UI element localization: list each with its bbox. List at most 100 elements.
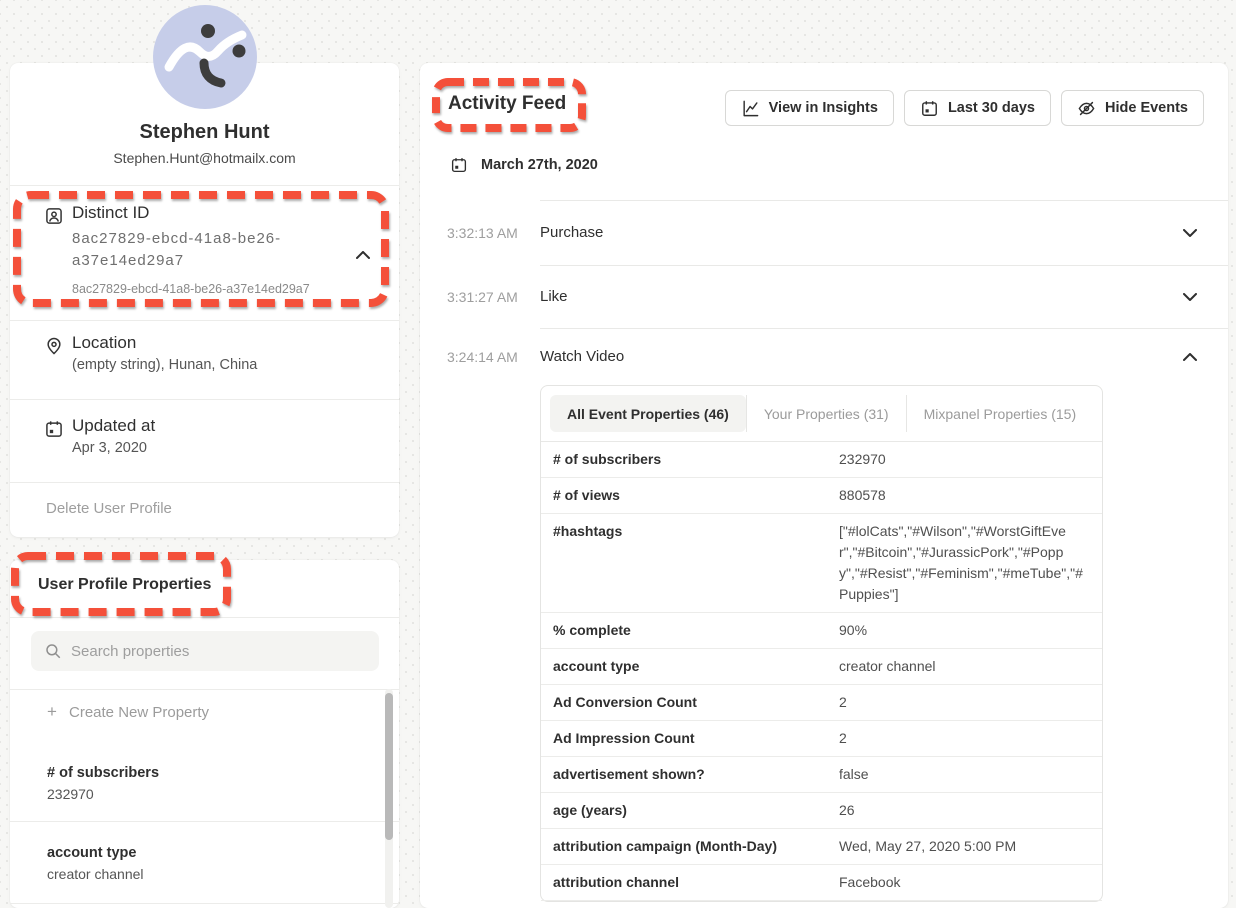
event-property-row: # of subscribers 232970 <box>541 442 1102 478</box>
location-section: Location (empty string), Hunan, China <box>10 333 399 373</box>
badge-icon <box>44 206 64 226</box>
property-list-item[interactable]: # of subscribers 232970 <box>47 765 369 802</box>
property-list-item[interactable]: account type creator channel <box>47 845 369 882</box>
date-label: March 27th, 2020 <box>481 157 598 173</box>
event-property-value: ["#lolCats","#Wilson","#WorstGiftEver","… <box>839 521 1090 605</box>
calendar-icon <box>44 419 64 439</box>
event-property-value: 2 <box>839 728 1090 749</box>
event-property-name: #hashtags <box>553 521 839 605</box>
property-name: # of subscribers <box>47 765 369 781</box>
insights-chart-icon <box>741 99 760 118</box>
search-icon <box>44 642 62 660</box>
hide-events-button[interactable]: Hide Events <box>1061 90 1204 126</box>
event-property-value: Facebook <box>839 872 1090 893</box>
divider <box>10 821 399 822</box>
divider <box>10 320 399 321</box>
date-header: March 27th, 2020 <box>450 156 598 174</box>
event-property-row: attribution campaign (Month-Day) Wed, Ma… <box>541 829 1102 865</box>
last-30-days-button[interactable]: Last 30 days <box>904 90 1051 126</box>
event-property-value: 880578 <box>839 485 1090 506</box>
updated-at-value: Apr 3, 2020 <box>72 440 399 456</box>
activity-feed-title: Activity Feed <box>448 93 566 115</box>
chevron-up-icon[interactable] <box>1183 353 1197 361</box>
calendar-icon <box>450 156 468 174</box>
search-properties-field[interactable] <box>31 631 379 671</box>
event-name: Watch Video <box>540 348 624 365</box>
divider <box>10 399 399 400</box>
user-profile-card: Stephen Hunt Stephen.Hunt@hotmailx.com D… <box>10 63 399 537</box>
location-pin-icon <box>44 336 64 356</box>
event-property-value: false <box>839 764 1090 785</box>
tab-all-event-properties[interactable]: All Event Properties (46) <box>550 395 746 432</box>
feed-toolbar: View in Insights Last 30 days Hide Event… <box>725 90 1204 126</box>
event-property-name: account type <box>553 656 839 677</box>
event-property-name: % complete <box>553 620 839 641</box>
event-property-row: advertisement shown? false <box>541 757 1102 793</box>
event-property-row: attribution channel Facebook <box>541 865 1102 901</box>
user-name: Stephen Hunt <box>10 121 399 144</box>
event-property-row: age (years) 26 <box>541 793 1102 829</box>
user-email: Stephen.Hunt@hotmailx.com <box>10 150 399 166</box>
event-property-row: #hashtags ["#lolCats","#Wilson","#WorstG… <box>541 514 1102 613</box>
event-row-watch-video[interactable]: 3:24:14 AM Watch Video <box>420 328 1228 385</box>
event-time: 3:24:14 AM <box>447 349 518 365</box>
create-new-property-button[interactable]: +Create New Property <box>47 704 209 721</box>
distinct-id-label: Distinct ID <box>72 203 399 223</box>
user-profile-properties-card: User Profile Properties +Create New Prop… <box>10 560 399 908</box>
distinct-id-section: Distinct ID 8ac27829-ebcd-41a8-be26-a37e… <box>10 203 399 296</box>
event-property-value: 26 <box>839 800 1090 821</box>
event-property-value: 232970 <box>839 449 1090 470</box>
location-label: Location <box>72 333 399 353</box>
event-name: Purchase <box>540 224 603 241</box>
event-properties-table: All Event Properties (46) Your Propertie… <box>540 385 1103 902</box>
distinct-id-value-small: 8ac27829-ebcd-41a8-be26-a37e14ed29a7 <box>72 282 399 296</box>
event-time: 3:31:27 AM <box>447 289 518 305</box>
event-property-value: creator channel <box>839 656 1090 677</box>
property-value: creator channel <box>47 866 369 882</box>
event-row-purchase[interactable]: 3:32:13 AM Purchase <box>420 201 1228 265</box>
event-property-row: Ad Impression Count 2 <box>541 721 1102 757</box>
eye-slash-icon <box>1077 99 1096 118</box>
avatar <box>153 5 257 109</box>
event-property-value: Wed, May 27, 2020 5:00 PM <box>839 836 1090 857</box>
event-time: 3:32:13 AM <box>447 225 518 241</box>
chevron-down-icon[interactable] <box>1183 229 1197 237</box>
plus-icon: + <box>47 705 60 718</box>
scrollbar-thumb[interactable] <box>385 693 393 840</box>
calendar-icon <box>920 99 939 118</box>
event-property-name: # of views <box>553 485 839 506</box>
event-property-name: attribution campaign (Month-Day) <box>553 836 839 857</box>
user-profile-properties-title: User Profile Properties <box>38 576 211 594</box>
tab-your-properties[interactable]: Your Properties (31) <box>746 395 906 432</box>
divider <box>10 482 399 483</box>
chevron-down-icon[interactable] <box>1183 293 1197 301</box>
distinct-id-value: 8ac27829-ebcd-41a8-be26-a37e14ed29a7 <box>72 228 340 272</box>
chevron-up-icon[interactable] <box>356 251 370 259</box>
delete-user-profile-link[interactable]: Delete User Profile <box>46 500 172 517</box>
updated-at-label: Updated at <box>72 416 399 436</box>
divider <box>10 903 399 904</box>
event-property-name: attribution channel <box>553 872 839 893</box>
event-property-name: age (years) <box>553 800 839 821</box>
event-property-row: account type creator channel <box>541 649 1102 685</box>
event-property-row: # of views 880578 <box>541 478 1102 514</box>
divider <box>10 689 399 690</box>
event-property-value: 2 <box>839 692 1090 713</box>
property-name: account type <box>47 845 369 861</box>
event-properties-tabs: All Event Properties (46) Your Propertie… <box>541 386 1102 442</box>
tab-mixpanel-properties[interactable]: Mixpanel Properties (15) <box>906 395 1094 432</box>
search-input[interactable] <box>71 631 371 671</box>
event-property-value: 90% <box>839 620 1090 641</box>
event-property-row: Ad Conversion Count 2 <box>541 685 1102 721</box>
event-property-name: advertisement shown? <box>553 764 839 785</box>
view-in-insights-button[interactable]: View in Insights <box>725 90 894 126</box>
updated-at-section: Updated at Apr 3, 2020 <box>10 416 399 456</box>
event-property-row: % complete 90% <box>541 613 1102 649</box>
property-value: 232970 <box>47 786 369 802</box>
event-property-name: # of subscribers <box>553 449 839 470</box>
divider <box>10 185 399 186</box>
activity-feed-card: Activity Feed View in Insights Last 30 d… <box>420 63 1228 908</box>
divider <box>10 617 399 618</box>
location-value: (empty string), Hunan, China <box>72 357 399 373</box>
event-row-like[interactable]: 3:31:27 AM Like <box>420 265 1228 328</box>
